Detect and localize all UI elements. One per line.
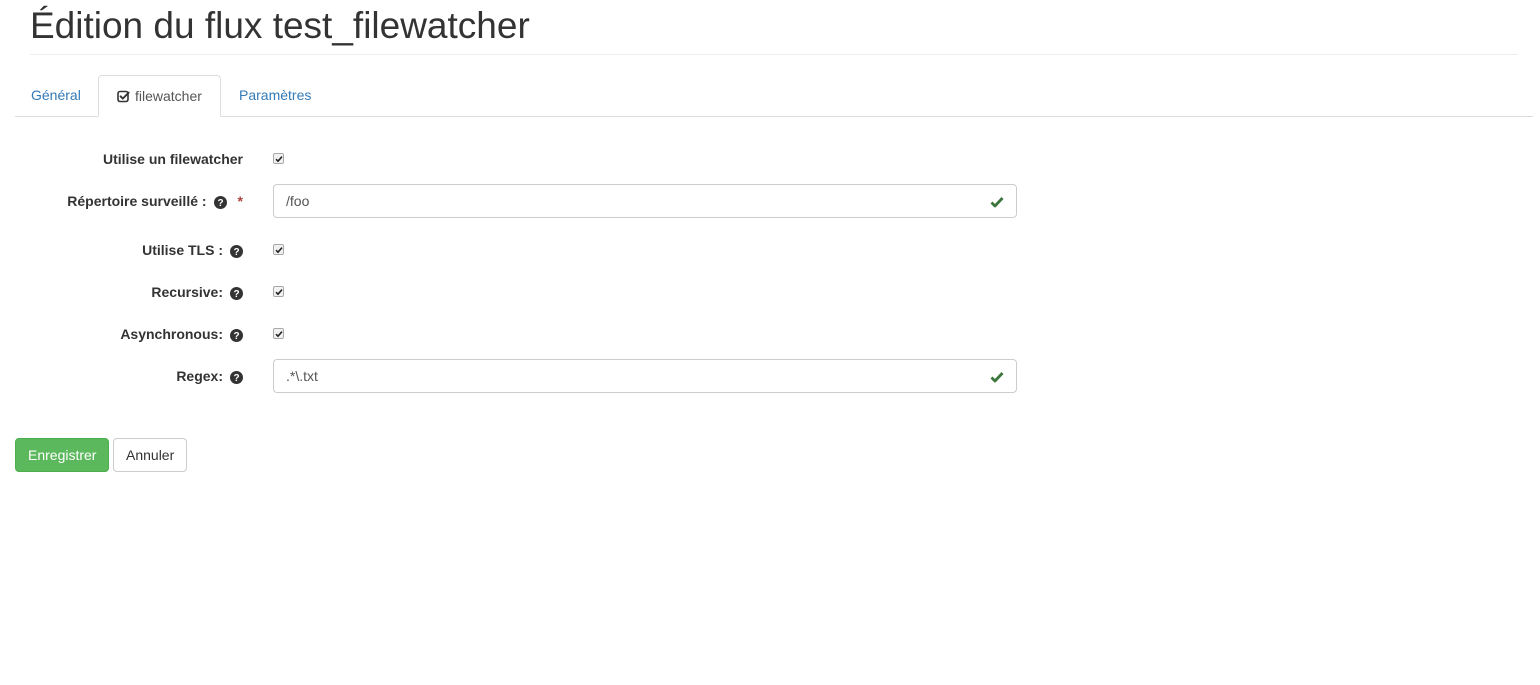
tab-filewatcher[interactable]: filewatcher (98, 75, 221, 117)
question-circle-icon[interactable]: ? (230, 244, 243, 258)
regex-input[interactable] (286, 367, 966, 385)
question-circle-icon[interactable]: ? (230, 370, 243, 384)
question-circle-icon[interactable]: ? (230, 328, 243, 342)
save-button[interactable]: Enregistrer (15, 438, 110, 472)
tab-bar: Général filewatcher Paramètres (15, 75, 1533, 117)
page: Édition du flux test_filewatcher Général… (0, 0, 1540, 685)
svg-text:?: ? (233, 289, 239, 300)
regex-label-text: Regex: (176, 368, 223, 384)
asynchronous-checkbox[interactable] (273, 328, 284, 339)
question-circle-icon[interactable]: ? (213, 195, 227, 209)
check-icon (990, 195, 1004, 208)
use-tls-checkbox[interactable] (273, 244, 284, 255)
watched-directory-label: Répertoire surveillé : ? * (67, 192, 243, 210)
watched-directory-field[interactable] (273, 184, 1017, 218)
cancel-button[interactable]: Annuler (113, 438, 188, 472)
tab-general-label: Général (31, 87, 81, 103)
tab-parametres[interactable]: Paramètres (223, 75, 327, 116)
watched-directory-label-text: Répertoire surveillé : (67, 193, 207, 209)
use-filewatcher-label-text: Utilise un filewatcher (102, 151, 243, 167)
svg-text:?: ? (233, 247, 239, 258)
watched-directory-input[interactable] (286, 192, 966, 210)
recursive-label: Recursive: ? (151, 283, 243, 301)
check-square-icon (117, 78, 130, 103)
regex-label: Regex: ? (176, 367, 243, 385)
required-star: * (237, 193, 243, 209)
asynchronous-label: Asynchronous: ? (120, 325, 243, 343)
recursive-checkbox[interactable] (273, 286, 284, 297)
row-asynchronous: Asynchronous: ? (0, 325, 1540, 343)
use-filewatcher-label: Utilise un filewatcher (103, 150, 243, 168)
regex-field[interactable] (273, 359, 1017, 393)
page-title: Édition du flux test_filewatcher (30, 5, 530, 46)
check-icon (990, 370, 1004, 383)
title-divider (30, 54, 1518, 55)
question-circle-icon[interactable]: ? (230, 286, 243, 300)
svg-text:?: ? (233, 331, 239, 342)
asynchronous-label-text: Asynchronous: (120, 326, 223, 342)
use-filewatcher-checkbox[interactable] (273, 153, 284, 164)
row-use-tls: Utilise TLS : ? (0, 241, 1540, 259)
tab-filewatcher-label: filewatcher (135, 88, 202, 104)
use-tls-label: Utilise TLS : ? (142, 241, 243, 259)
svg-text:?: ? (217, 198, 223, 209)
tab-parametres-label: Paramètres (239, 87, 312, 103)
row-use-filewatcher: Utilise un filewatcher (0, 150, 1540, 168)
recursive-label-text: Recursive: (151, 284, 223, 300)
row-regex: Regex: ? (0, 359, 1540, 393)
svg-text:?: ? (233, 373, 239, 384)
use-tls-label-text: Utilise TLS : (142, 242, 223, 258)
row-watched-directory: Répertoire surveillé : ? * (0, 184, 1540, 218)
row-recursive: Recursive: ? (0, 283, 1540, 301)
tab-general[interactable]: Général (15, 75, 97, 116)
